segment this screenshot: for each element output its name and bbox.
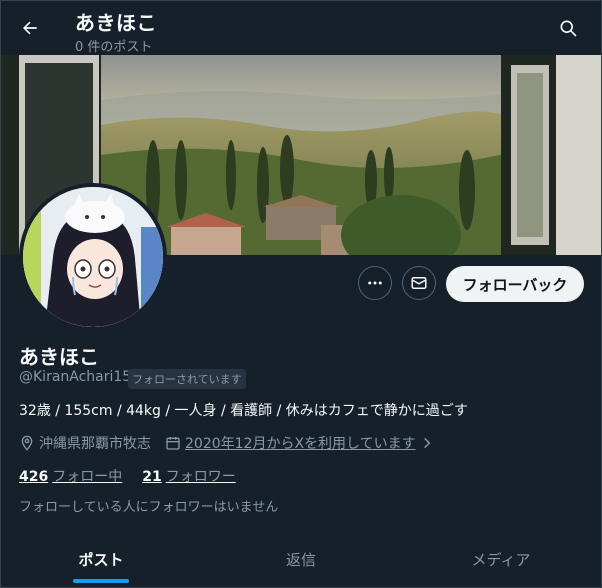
follow-back-button[interactable]: フォローバック — [446, 266, 584, 302]
following-count: 426 — [19, 469, 49, 485]
tab-posts[interactable]: ポスト — [1, 531, 201, 587]
followers-link[interactable]: 21 フォロワー — [142, 466, 235, 486]
profile-handle: @KiranAchari15 — [19, 369, 132, 385]
post-count: 0 件のポスト — [75, 40, 153, 55]
following-label: フォロー中 — [52, 469, 123, 485]
top-bar: あきほこ 0 件のポスト — [1, 1, 601, 55]
location-item: 沖縄県那覇市牧志 — [19, 433, 151, 453]
more-icon — [368, 281, 382, 285]
more-button[interactable] — [358, 266, 392, 300]
search-icon — [560, 20, 577, 37]
message-button[interactable] — [402, 266, 436, 300]
tab-label: ポスト — [78, 550, 124, 569]
mail-icon — [411, 277, 427, 289]
location-text: 沖縄県那覇市牧志 — [39, 436, 151, 452]
profile-page: あきほこ 0 件のポスト フォローバック あきほこ @KiranAchari15… — [0, 0, 602, 588]
joined-text[interactable]: 2020年12月からXを利用しています — [185, 433, 416, 453]
search-button[interactable] — [553, 13, 583, 43]
following-link[interactable]: 426 フォロー中 — [19, 466, 122, 486]
profile-bio: 32歳 / 155cm / 44kg / 一人身 / 看護師 / 休みはカフェで… — [19, 403, 468, 419]
arrow-left-icon — [23, 21, 37, 35]
tab-label: メディア — [471, 550, 531, 569]
joined-item[interactable]: 2020年12月からXを利用しています — [165, 433, 438, 453]
tab-media[interactable]: メディア — [401, 531, 601, 587]
page-title: あきほこ — [75, 11, 157, 35]
chevron-right-icon — [423, 437, 430, 449]
mutual-followers-note: フォローしている人にフォロワーはいません — [19, 500, 279, 515]
calendar-icon — [166, 437, 180, 450]
location-pin-icon — [21, 435, 33, 451]
back-button[interactable] — [13, 11, 47, 45]
follows-you-badge: フォローされています — [128, 369, 246, 389]
profile-name: あきほこ — [19, 345, 99, 369]
profile-avatar[interactable] — [19, 183, 167, 331]
followers-count: 21 — [142, 469, 162, 485]
anime-avatar-image — [23, 187, 163, 327]
tab-replies[interactable]: 返信 — [201, 531, 401, 587]
profile-tabs: ポスト 返信 メディア — [1, 531, 601, 587]
tab-label: 返信 — [285, 550, 316, 569]
follow-counts: 426 フォロー中 21 フォロワー — [19, 466, 256, 486]
followers-label: フォロワー — [165, 469, 236, 485]
active-tab-indicator — [73, 579, 129, 583]
profile-meta: 沖縄県那覇市牧志 2020年12月からXを利用しています — [19, 433, 438, 453]
